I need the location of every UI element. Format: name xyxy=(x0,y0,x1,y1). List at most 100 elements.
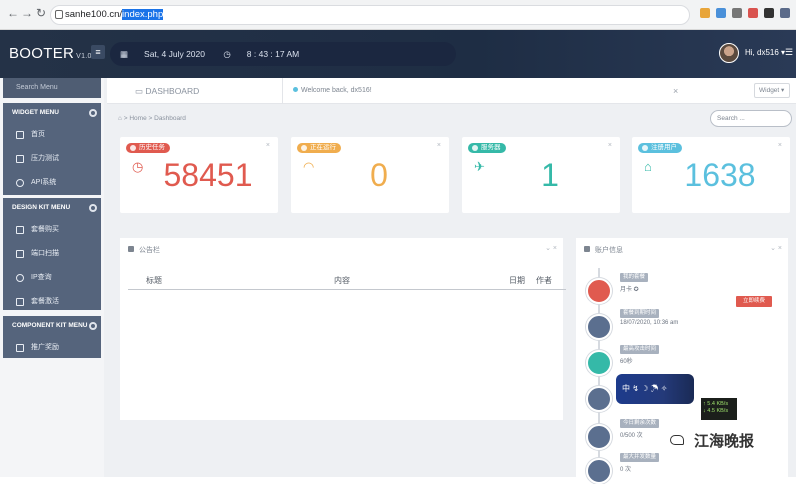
extension-icon[interactable] xyxy=(732,8,742,18)
column-header: 日期 xyxy=(509,276,525,285)
more-menu-icon[interactable]: ☰ xyxy=(785,47,793,58)
info-dot-icon xyxy=(293,87,298,92)
extension-icon[interactable] xyxy=(764,8,774,18)
stat-label: 正在运行 xyxy=(297,143,341,153)
url-host: sanhe100.cn/ xyxy=(65,9,123,20)
timeline-tag: 今日剩余次数 xyxy=(620,419,660,428)
renew-button[interactable]: 立即续费 xyxy=(736,296,772,307)
close-icon[interactable]: × xyxy=(608,142,612,149)
home-icon[interactable]: ⌂ xyxy=(118,115,122,122)
timeline-text: 60秒 xyxy=(620,359,633,365)
timeline-text: 0 次 xyxy=(620,467,632,473)
top-strip: ▭ DASHBOARD Welcome back, dx516! × Widge… xyxy=(107,78,796,104)
file-icon xyxy=(16,226,24,234)
timeline-tag: 套餐到期时间 xyxy=(620,309,660,318)
search-input[interactable]: Search ... xyxy=(710,110,792,127)
sidebar-item-stress-test[interactable]: 压力测试 xyxy=(3,147,101,171)
panel-title: 账户信息 xyxy=(584,245,623,255)
extension-icon[interactable] xyxy=(748,8,758,18)
sidebar-item-port-scan[interactable]: 端口扫描 xyxy=(3,242,101,266)
stack-icon xyxy=(586,386,612,412)
timeline-tag: 最大并发数量 xyxy=(620,453,660,462)
gear-icon[interactable] xyxy=(89,322,97,330)
dashboard-icon: ▭ xyxy=(135,86,146,96)
gear-icon[interactable] xyxy=(89,204,97,212)
extension-icon[interactable] xyxy=(716,8,726,18)
gear-icon[interactable] xyxy=(89,109,97,117)
search-menu-input[interactable]: Search Menu xyxy=(3,78,101,98)
image-banner: 中 ↯ ☽ ☂ ✧ xyxy=(616,374,694,404)
sidebar-item-home[interactable]: 首页 xyxy=(3,123,101,147)
puzzle-icon[interactable] xyxy=(780,8,790,18)
stat-label: 历史任务 xyxy=(126,143,170,153)
stack-icon xyxy=(586,314,612,340)
timeline-text: 18/07/2020, 10:36 am xyxy=(620,320,679,326)
close-icon[interactable]: × xyxy=(673,86,678,96)
stat-value: 58451 xyxy=(163,157,253,193)
monitor-icon xyxy=(16,344,24,352)
browser-toolbar: ← → ↻ sanhe100.cn/index.php xyxy=(0,0,796,30)
sidebar: Search Menu WIDGET MENU 首页 压力测试 API系统 DE… xyxy=(0,78,104,477)
url-selection: index.php xyxy=(122,9,164,20)
widget-button[interactable]: Widget ▾ xyxy=(754,83,790,98)
bell-icon xyxy=(128,246,134,252)
sidebar-item-activate-plan[interactable]: 套餐激活 xyxy=(3,290,101,314)
panel-title: 公告栏 xyxy=(128,245,160,255)
download-icon xyxy=(16,298,24,306)
stack-icon xyxy=(586,458,612,484)
column-header: 标题 xyxy=(146,276,162,285)
menu-toggle-button[interactable]: ≡ xyxy=(91,45,105,59)
stat-label: 注册用户 xyxy=(638,143,682,153)
breadcrumb-home[interactable]: Home xyxy=(129,115,146,122)
timeline-tag: 我的套餐 xyxy=(620,273,649,282)
sidebar-item-ip-lookup[interactable]: IP查询 xyxy=(3,266,101,290)
network-speed-widget: ↑ 5.4 KB/s ↓ 4.5 KB/s xyxy=(701,398,737,420)
address-bar[interactable]: sanhe100.cn/index.php xyxy=(50,5,690,25)
api-icon xyxy=(16,179,24,187)
forward-icon[interactable]: → xyxy=(20,6,34,20)
section-title: WIDGET MENU xyxy=(3,103,101,123)
close-icon[interactable]: × xyxy=(778,142,782,149)
app-header: BOOTER V1.0 ≡ ▦ Sat, 4 July 2020 ◷ 8 : 43 :… xyxy=(0,30,796,78)
column-header: 作者 xyxy=(536,276,552,285)
stat-value: 1638 xyxy=(684,157,756,193)
timeline-text: 月卡 ✪ xyxy=(620,287,639,293)
user-menu[interactable]: Hi, dx516 ▾ xyxy=(745,48,785,57)
notice-table-header: 标题 内容 日期 作者 xyxy=(128,272,566,290)
collapse-icon[interactable]: ⌄ × xyxy=(770,244,782,252)
lock-icon xyxy=(55,10,63,19)
brand-logo[interactable]: BOOTER V1.0 xyxy=(9,45,92,62)
timeline-tag: 最高攻击时间 xyxy=(620,345,660,354)
section-title: DESIGN KIT MENU xyxy=(3,198,101,218)
component-kit-section: COMPONENT KIT MENU 推广奖励 xyxy=(3,316,101,358)
calendar-icon: ▦ xyxy=(120,49,129,59)
collapse-icon[interactable]: ⌄ × xyxy=(545,244,557,252)
sidebar-item-referral[interactable]: 推广奖励 xyxy=(3,336,101,360)
sidebar-item-buy-plan[interactable]: 套餐购买 xyxy=(3,218,101,242)
grid-icon xyxy=(16,131,24,139)
column-header: 内容 xyxy=(334,276,350,285)
stat-card-users: 注册用户 × ⌂ 1638 xyxy=(632,137,790,213)
giraffe-icon xyxy=(586,350,612,376)
stat-value: 1 xyxy=(541,157,559,193)
fuel-icon xyxy=(586,278,612,304)
sidebar-item-api[interactable]: API系统 xyxy=(3,171,101,195)
tab-dashboard[interactable]: ▭ DASHBOARD xyxy=(123,78,283,104)
notice-panel: 公告栏 ⌄ × 标题 内容 日期 作者 xyxy=(120,238,566,420)
reload-icon[interactable]: ↻ xyxy=(34,6,48,20)
back-icon[interactable]: ← xyxy=(6,6,20,20)
extension-icon[interactable] xyxy=(700,8,710,18)
section-title: COMPONENT KIT MENU xyxy=(3,316,101,336)
close-icon[interactable]: × xyxy=(266,142,270,149)
stack-icon xyxy=(586,424,612,450)
wechat-icon xyxy=(670,435,684,445)
eye-icon xyxy=(16,274,24,282)
stat-card-servers: 服务器 × ✈ 1 xyxy=(462,137,620,213)
date-text: Sat, 4 July 2020 xyxy=(144,49,205,59)
edit-icon xyxy=(16,155,24,163)
stat-card-running: 正在运行 × ◠ 0 xyxy=(291,137,449,213)
watermark: 江海晚报 xyxy=(694,433,755,450)
avatar[interactable] xyxy=(719,43,739,63)
close-icon[interactable]: × xyxy=(437,142,441,149)
breadcrumb-current: Dashboard xyxy=(154,115,186,122)
